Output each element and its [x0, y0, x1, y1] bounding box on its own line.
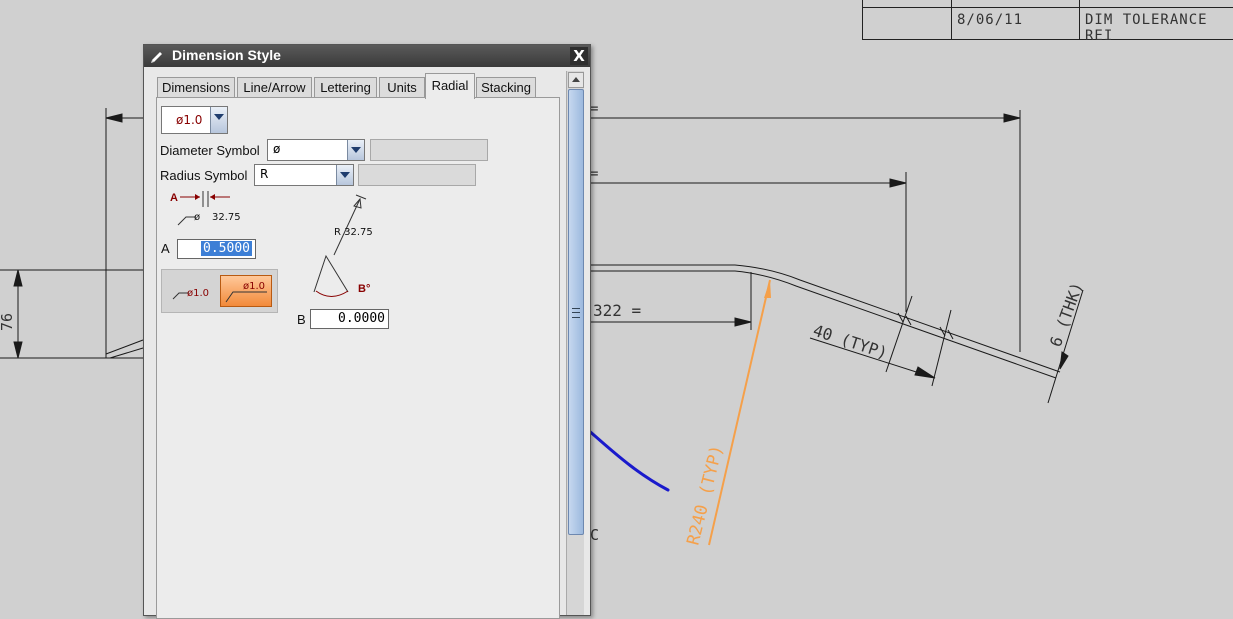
- diagram-a-label: A: [170, 192, 178, 204]
- dialog-scrollbar[interactable]: [566, 71, 584, 615]
- leader-straight-icon: ø1.0: [172, 288, 209, 300]
- b-label: B: [297, 312, 306, 327]
- radius-angle-diagram: R 32.75 B°: [313, 194, 373, 297]
- dim-322-text: 322 =: [593, 301, 641, 320]
- diameter-symbol-label: Diameter Symbol: [160, 143, 260, 158]
- title-block-row-line: [863, 7, 1233, 8]
- radius-symbol-select[interactable]: R: [254, 164, 354, 186]
- b-value-input[interactable]: 0.0000: [310, 309, 389, 329]
- leader-style-toggle-group: ø1.0 ø1.0: [161, 269, 278, 313]
- eq-text: =: [590, 166, 598, 182]
- dimension-type-select[interactable]: ø1.0: [161, 106, 228, 134]
- tab-label: Lettering: [320, 80, 371, 95]
- tab-units[interactable]: Units: [379, 77, 425, 98]
- tab-label: Radial: [431, 78, 469, 93]
- a-label: A: [161, 241, 170, 256]
- title-block-description: DIM TOLERANCE REI: [1085, 12, 1208, 44]
- title-block-divider: [1079, 0, 1080, 39]
- dimension-style-dialog: Dimension Style X Dimensions Line/Arrow …: [143, 44, 591, 619]
- dialog-titlebar[interactable]: Dimension Style X: [144, 45, 590, 67]
- diagram-arrowhead: [195, 194, 200, 200]
- leader-horizontal-icon: ø1.0: [225, 281, 267, 303]
- title-block: 8/06/11 DIM TOLERANCE REI: [862, 0, 1233, 44]
- diagram-line: [355, 194, 367, 200]
- dimension-type-value: ø1.0: [176, 113, 203, 127]
- partial-text: C: [590, 526, 599, 544]
- toggle-left-label: ø1.0: [187, 288, 209, 299]
- b-value-text: 0.0000: [338, 311, 385, 326]
- eq-text: =: [590, 101, 598, 117]
- title-block-divider: [951, 0, 952, 39]
- grip-icon: [572, 308, 580, 318]
- diameter-offset-diagram: A ø 32.75: [170, 191, 241, 226]
- scroll-up-icon[interactable]: [568, 72, 584, 88]
- diagram-arrowhead: [210, 194, 215, 200]
- chevron-down-icon[interactable]: [210, 107, 227, 133]
- dim-76-text: 76: [0, 313, 16, 331]
- close-icon: X: [573, 47, 585, 65]
- radius-symbol-value: R: [260, 167, 269, 181]
- leader-style-horizontal-button[interactable]: ø1.0: [220, 275, 272, 307]
- diameter-symbol-value: ø: [273, 142, 281, 156]
- tab-stacking[interactable]: Stacking: [476, 77, 536, 98]
- toggle-right-label: ø1.0: [243, 281, 265, 292]
- diameter-symbol-select[interactable]: ø: [267, 139, 365, 161]
- tab-label: Line/Arrow: [243, 80, 306, 95]
- close-button[interactable]: X: [570, 47, 588, 65]
- tab-label: Stacking: [481, 80, 531, 95]
- tab-label: Units: [387, 80, 417, 95]
- diagram-dim-text: 32.75: [212, 212, 241, 223]
- radius-symbol-text-field[interactable]: [358, 164, 476, 186]
- tab-dimensions[interactable]: Dimensions: [157, 77, 235, 98]
- chevron-down-icon[interactable]: [347, 140, 364, 160]
- scrollbar-thumb[interactable]: [568, 89, 584, 535]
- tab-line-arrow[interactable]: Line/Arrow: [237, 77, 312, 98]
- diagram-dia-symbol: ø: [194, 212, 200, 223]
- diagram-radius-text: R 32.75: [334, 227, 373, 238]
- diagram-wedge: [313, 254, 349, 293]
- tab-label: Dimensions: [162, 80, 230, 95]
- radius-symbol-label: Radius Symbol: [160, 168, 248, 183]
- tab-lettering[interactable]: Lettering: [314, 77, 377, 98]
- pencil-icon: [151, 52, 162, 63]
- dialog-title: Dimension Style: [172, 47, 281, 63]
- tab-radial[interactable]: Radial: [425, 73, 475, 99]
- chevron-down-icon[interactable]: [336, 165, 353, 185]
- a-value-text: 0.5000: [201, 241, 252, 256]
- a-value-input[interactable]: 0.5000: [177, 239, 256, 259]
- title-block-date: 8/06/11: [957, 12, 1024, 28]
- diameter-symbol-text-field[interactable]: [370, 139, 488, 161]
- leader-style-straight-button[interactable]: ø1.0: [167, 275, 217, 305]
- diagram-arc: [315, 290, 349, 297]
- diagram-b-label: B°: [358, 283, 370, 295]
